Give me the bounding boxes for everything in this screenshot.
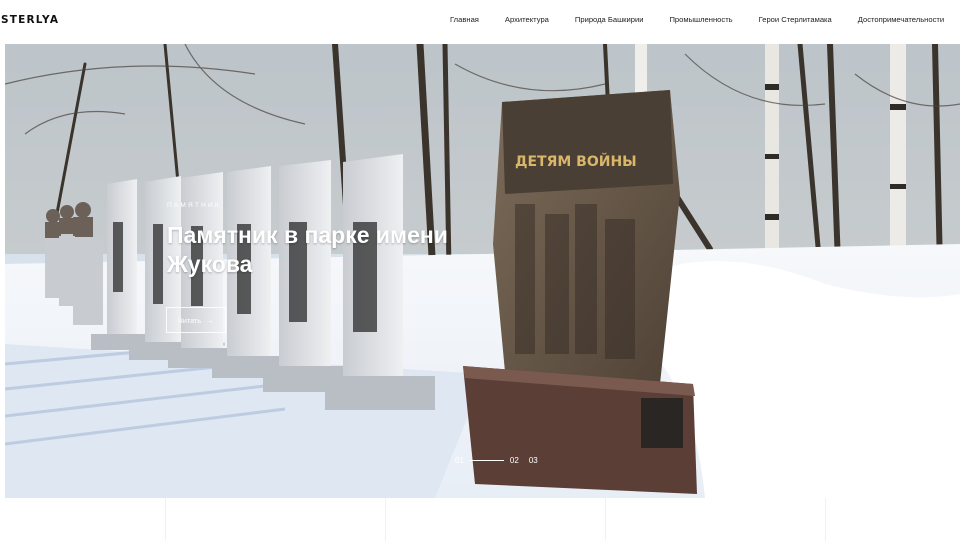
nav-item-architecture[interactable]: Архитектура <box>505 15 549 24</box>
slide-progress-line <box>469 460 504 461</box>
slide-indicator-3[interactable]: 03 <box>529 456 538 465</box>
read-button[interactable]: Читать → <box>166 307 226 333</box>
nav-item-industry[interactable]: Промышленность <box>669 15 732 24</box>
nav-item-nature[interactable]: Природа Башкирии <box>575 15 644 24</box>
column-divider <box>605 498 606 541</box>
monument-inscription: ДЕТЯМ ВОЙНЫ <box>515 153 637 170</box>
slide-indicator-1[interactable]: 01 <box>455 456 464 465</box>
column-divider <box>825 498 826 541</box>
nav-item-heroes[interactable]: Герои Стерлитамака <box>759 15 832 24</box>
site-logo[interactable]: STERLYA <box>1 14 59 26</box>
read-button-label: Читать <box>178 315 201 325</box>
content-strip <box>0 498 960 541</box>
column-divider <box>385 498 386 541</box>
hero-eyebrow: ПАМЯТНИК <box>167 202 221 209</box>
hero-slider: ДЕТЯМ ВОЙНЫ ПАМЯТНИК Памятник в парке им… <box>5 44 960 498</box>
nav-item-home[interactable]: Главная <box>450 15 479 24</box>
slider-pagination: 01 02 03 <box>455 456 538 465</box>
main-nav: Главная Архитектура Природа Башкирии Про… <box>450 15 944 24</box>
slide-indicator-2[interactable]: 02 <box>510 456 519 465</box>
nav-item-sights[interactable]: Достопримечательности <box>858 15 944 24</box>
hero-title: Памятник в парке имени Жукова <box>167 222 448 277</box>
column-divider <box>165 498 166 541</box>
site-header: STERLYA Главная Архитектура Природа Башк… <box>0 0 960 44</box>
arrow-right-icon: → <box>205 315 214 325</box>
